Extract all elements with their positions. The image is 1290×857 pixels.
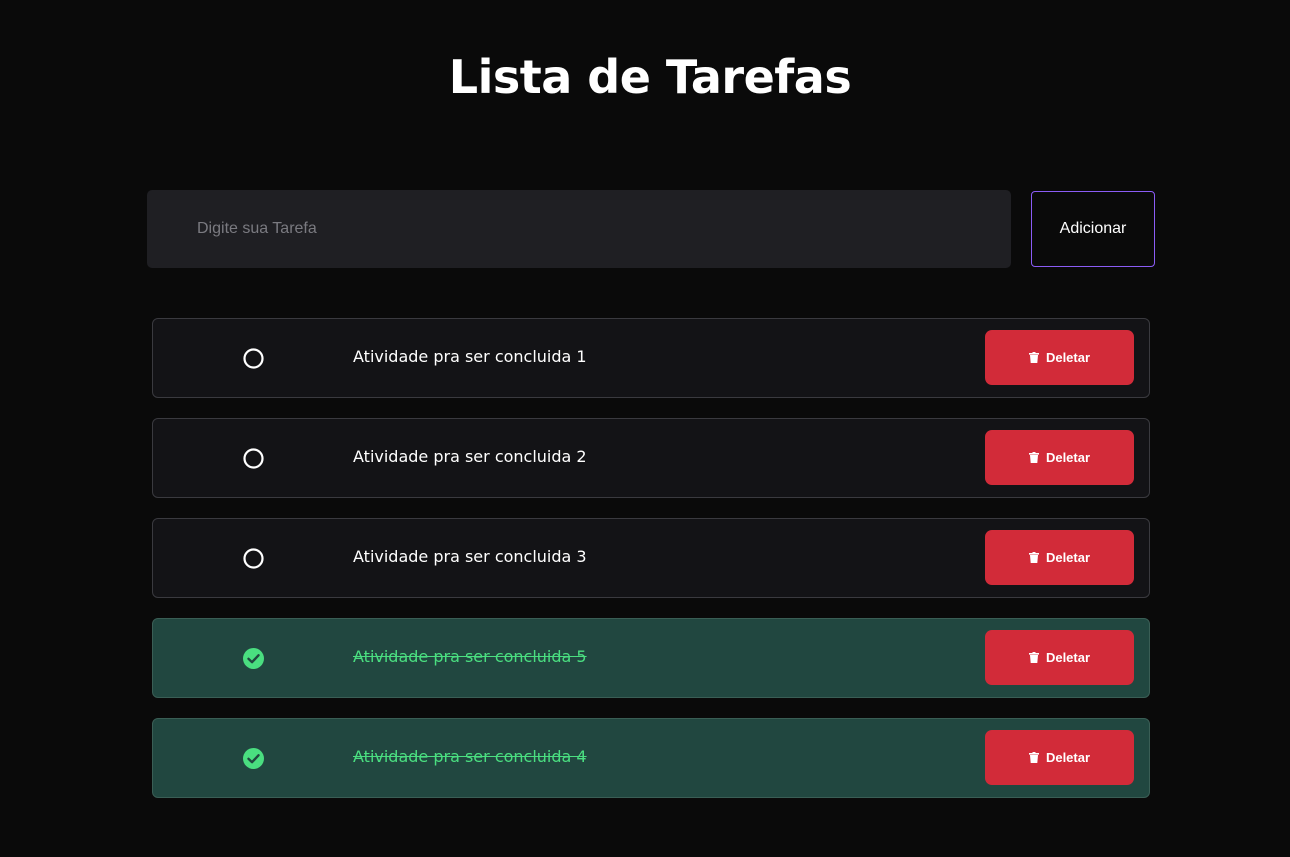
delete-label: Deletar — [1045, 650, 1091, 665]
trash-icon — [1028, 652, 1039, 663]
task-item: Atividade pra ser concluida 4 Deletar — [152, 718, 1150, 798]
task-text: Atividade pra ser concluida 2 — [353, 447, 587, 466]
check-circle-icon[interactable] — [243, 748, 264, 769]
delete-label: Deletar — [1045, 450, 1091, 465]
task-list: Atividade pra ser concluida 1 Deletar At… — [152, 318, 1150, 818]
trash-icon — [1028, 752, 1039, 763]
add-button[interactable]: Adicionar — [1031, 191, 1155, 267]
task-text: Atividade pra ser concluida 5 — [353, 647, 587, 666]
check-circle-icon[interactable] — [243, 648, 264, 669]
add-task-form: Adicionar — [147, 190, 1155, 268]
delete-label: Deletar — [1045, 350, 1091, 365]
delete-button[interactable]: Deletar — [985, 530, 1134, 585]
task-item: Atividade pra ser concluida 5 Deletar — [152, 618, 1150, 698]
task-item: Atividade pra ser concluida 2 Deletar — [152, 418, 1150, 498]
delete-button[interactable]: Deletar — [985, 430, 1134, 485]
trash-icon — [1028, 352, 1039, 363]
task-text: Atividade pra ser concluida 1 — [353, 347, 587, 366]
circle-outline-icon[interactable] — [243, 448, 264, 469]
trash-icon — [1028, 452, 1039, 463]
task-input[interactable] — [147, 190, 1011, 268]
delete-label: Deletar — [1045, 550, 1091, 565]
task-item: Atividade pra ser concluida 3 Deletar — [152, 518, 1150, 598]
delete-label: Deletar — [1045, 750, 1091, 765]
circle-outline-icon[interactable] — [243, 548, 264, 569]
delete-button[interactable]: Deletar — [985, 730, 1134, 785]
page-title: Lista de Tarefas — [448, 50, 852, 104]
task-item: Atividade pra ser concluida 1 Deletar — [152, 318, 1150, 398]
circle-outline-icon[interactable] — [243, 348, 264, 369]
delete-button[interactable]: Deletar — [985, 630, 1134, 685]
delete-button[interactable]: Deletar — [985, 330, 1134, 385]
todo-app: Lista de Tarefas Adicionar Atividade pra… — [0, 0, 1290, 857]
trash-icon — [1028, 552, 1039, 563]
task-text: Atividade pra ser concluida 4 — [353, 747, 587, 766]
task-text: Atividade pra ser concluida 3 — [353, 547, 587, 566]
